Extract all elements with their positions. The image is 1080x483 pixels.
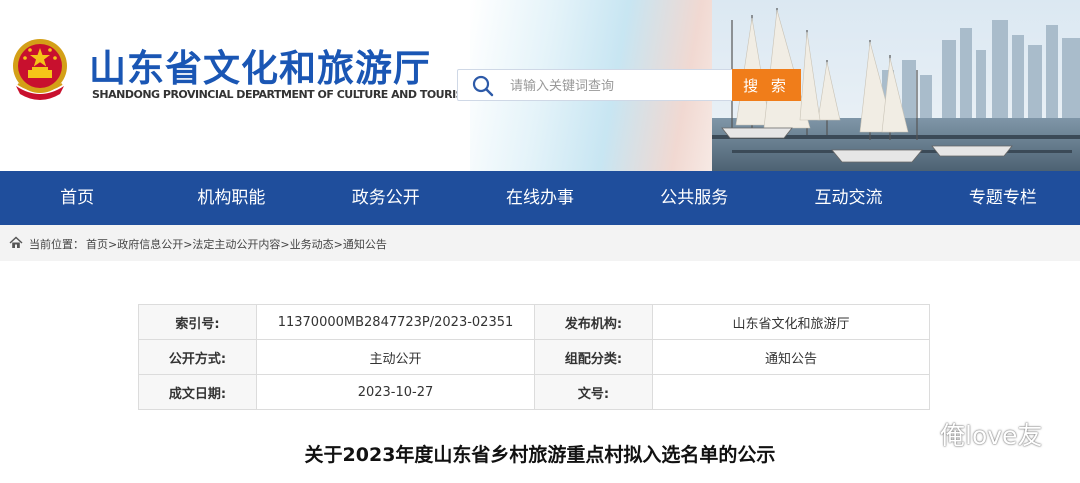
publisher-value: 山东省文化和旅游厅 [652, 304, 930, 340]
home-icon [9, 236, 23, 248]
search-icon [472, 75, 494, 97]
search-button[interactable]: 搜 索 [732, 69, 801, 101]
date-value: 2023-10-27 [256, 374, 535, 410]
nav-item-affairs[interactable]: 政务公开 [309, 171, 463, 225]
disclosure-label: 公开方式: [138, 339, 257, 375]
search-box [457, 69, 735, 101]
table-row: 公开方式: 主动公开 组配分类: 通知公告 [138, 339, 930, 375]
breadcrumb-path[interactable]: 首页>政府信息公开>法定主动公开内容>业务动态>通知公告 [86, 236, 387, 252]
docno-label: 文号: [534, 374, 653, 410]
search-bar: 搜 索 [457, 69, 801, 101]
table-row: 索引号: 11370000MB2847723P/2023-02351 发布机构:… [138, 304, 930, 340]
nav-item-topics[interactable]: 专题专栏 [926, 171, 1080, 225]
national-emblem-icon [13, 39, 67, 100]
nav-item-public-service[interactable]: 公共服务 [617, 171, 771, 225]
nav-item-interaction[interactable]: 互动交流 [771, 171, 925, 225]
site-header: 山东省文化和旅游厅 SHANDONG PROVINCIAL DEPARTMENT… [0, 0, 1080, 171]
site-subtitle: SHANDONG PROVINCIAL DEPARTMENT OF CULTUR… [92, 88, 474, 101]
site-title: 山东省文化和旅游厅 [89, 47, 431, 90]
wechat-icon [899, 420, 933, 447]
watermark-text: 俺love友 [940, 421, 1043, 450]
index-value: 11370000MB2847723P/2023-02351 [256, 304, 535, 340]
docno-value [652, 374, 930, 410]
breadcrumb-label: 当前位置： [29, 238, 84, 251]
date-label: 成文日期: [138, 374, 257, 410]
breadcrumb: 当前位置： 首页>政府信息公开>法定主动公开内容>业务动态>通知公告 [0, 225, 1080, 261]
nav-item-functions[interactable]: 机构职能 [154, 171, 308, 225]
category-label: 组配分类: [534, 339, 653, 375]
nav-item-home[interactable]: 首页 [0, 171, 154, 225]
document-meta-table: 索引号: 11370000MB2847723P/2023-02351 发布机构:… [138, 304, 930, 410]
publisher-label: 发布机构: [534, 304, 653, 340]
table-row: 成文日期: 2023-10-27 文号: [138, 374, 930, 410]
search-input[interactable] [508, 72, 732, 100]
watermark: 俺love友 [898, 418, 1042, 450]
category-value: 通知公告 [652, 339, 930, 375]
main-nav: 首页 机构职能 政务公开 在线办事 公共服务 互动交流 专题专栏 [0, 171, 1080, 225]
nav-item-online-service[interactable]: 在线办事 [463, 171, 617, 225]
disclosure-value: 主动公开 [256, 339, 535, 375]
index-label: 索引号: [138, 304, 257, 340]
